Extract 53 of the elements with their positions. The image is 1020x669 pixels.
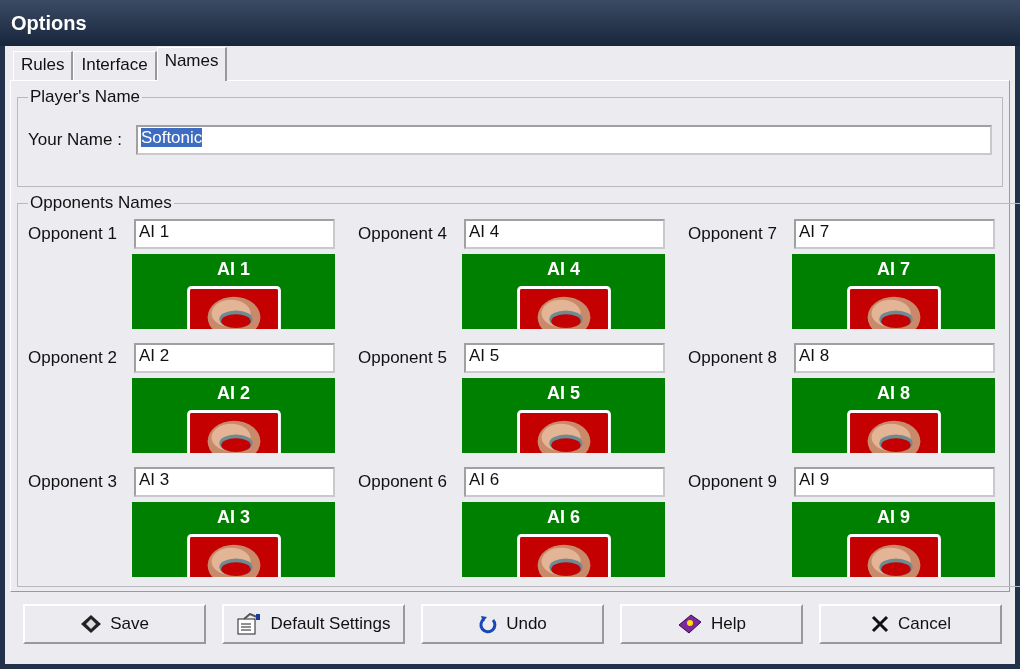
undo-icon bbox=[478, 614, 499, 634]
name-field[interactable]: AI 6 bbox=[464, 467, 665, 497]
field-label: Opponent 3 bbox=[28, 472, 117, 492]
field-label: Opponent 1 bbox=[28, 224, 117, 244]
card-title: AI 7 bbox=[877, 259, 910, 280]
tab[interactable]: Rules bbox=[13, 51, 74, 80]
dialog-button[interactable]: Help bbox=[620, 604, 803, 644]
diamond-icon bbox=[80, 614, 103, 634]
field-label: Opponent 7 bbox=[688, 224, 777, 244]
card-title: AI 6 bbox=[547, 507, 580, 528]
field-label: Opponent 5 bbox=[358, 348, 447, 368]
field-label: Your Name : bbox=[28, 130, 122, 150]
tab[interactable]: Names bbox=[156, 47, 228, 81]
name-field[interactable]: AI 2 bbox=[134, 343, 335, 373]
field-label: Opponent 6 bbox=[358, 472, 447, 492]
field-label: Opponent 8 bbox=[688, 348, 777, 368]
field-label: Opponent 9 bbox=[688, 472, 777, 492]
dialog-button[interactable]: Cancel bbox=[819, 604, 1002, 644]
document-icon bbox=[236, 613, 263, 635]
name-field[interactable]: AI 5 bbox=[464, 343, 665, 373]
ring-icon bbox=[185, 410, 282, 453]
card-title: AI 5 bbox=[547, 383, 580, 404]
window-title: Options bbox=[11, 11, 87, 35]
name-field[interactable]: Softonic bbox=[135, 125, 992, 155]
card-title: AI 9 bbox=[877, 507, 910, 528]
group-title: Opponents Names bbox=[29, 193, 173, 213]
card-title: AI 2 bbox=[217, 383, 250, 404]
card-title: AI 3 bbox=[217, 507, 250, 528]
ring-icon bbox=[845, 534, 942, 577]
dialog-button[interactable]: Save bbox=[23, 604, 206, 644]
name-field[interactable]: AI 7 bbox=[794, 219, 995, 249]
ring-icon bbox=[515, 534, 612, 577]
card-title: AI 4 bbox=[547, 259, 580, 280]
ring-icon bbox=[845, 286, 942, 329]
close-icon bbox=[870, 614, 891, 634]
name-field[interactable]: AI 8 bbox=[794, 343, 995, 373]
card-title: AI 8 bbox=[877, 383, 910, 404]
group-title: Player's Name bbox=[29, 87, 141, 107]
tab[interactable]: Interface bbox=[73, 51, 157, 80]
field-label: Opponent 4 bbox=[358, 224, 447, 244]
ring-icon bbox=[845, 410, 942, 453]
ring-icon bbox=[515, 410, 612, 453]
field-label: Opponent 2 bbox=[28, 348, 117, 368]
card-title: AI 1 bbox=[217, 259, 250, 280]
ring-icon bbox=[185, 286, 282, 329]
ring-icon bbox=[185, 534, 282, 577]
name-field[interactable]: AI 1 bbox=[134, 219, 335, 249]
name-field[interactable]: AI 3 bbox=[134, 467, 335, 497]
ring-icon bbox=[515, 286, 612, 329]
name-field[interactable]: AI 4 bbox=[464, 219, 665, 249]
dialog-button[interactable]: Undo bbox=[421, 604, 604, 644]
dialog-button[interactable]: Default Settings bbox=[222, 604, 405, 644]
name-field[interactable]: AI 9 bbox=[794, 467, 995, 497]
